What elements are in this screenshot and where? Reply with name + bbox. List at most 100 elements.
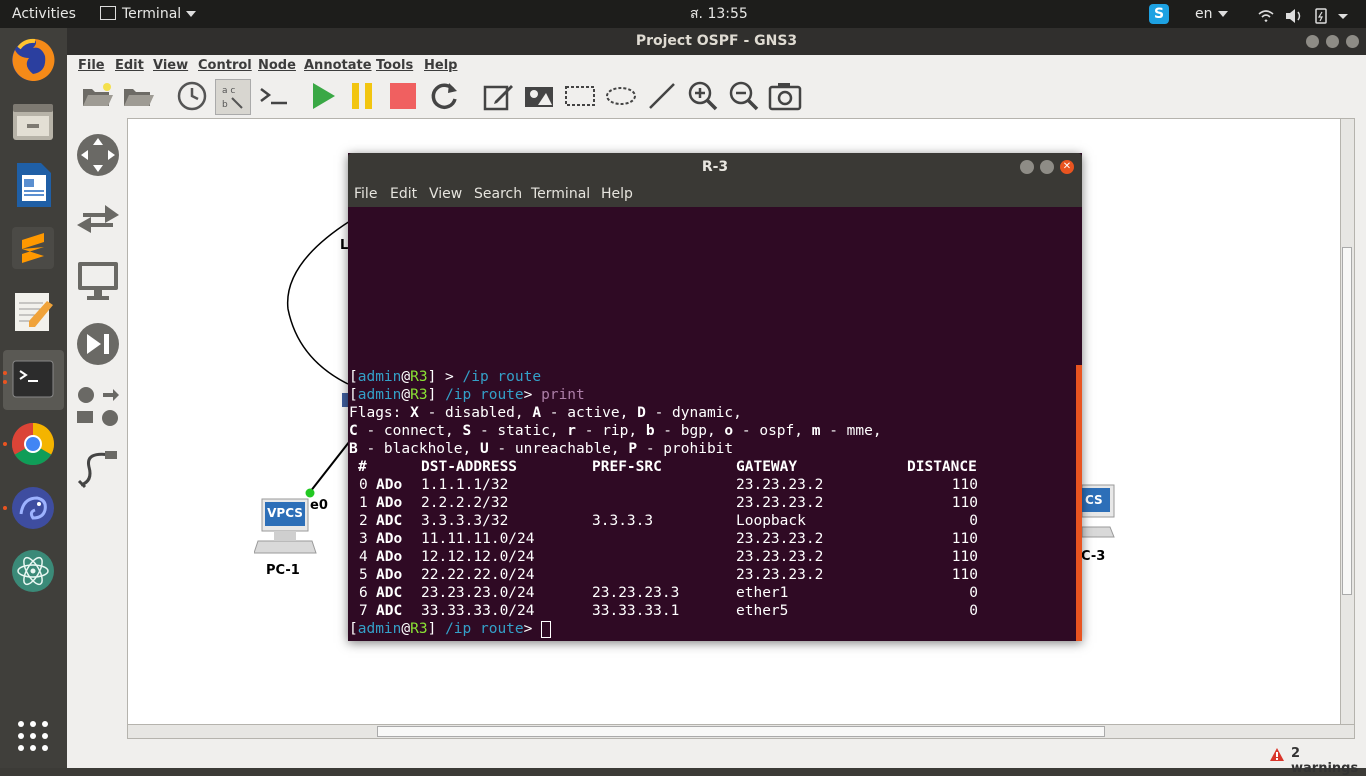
route-distance: 110 [951, 531, 978, 547]
gns3-icon[interactable] [9, 484, 57, 532]
route-num: 6 [359, 585, 368, 601]
running-indicator [3, 442, 7, 446]
pc3-node[interactable]: CS [1081, 481, 1122, 545]
terminal-app-icon [100, 6, 116, 20]
route-row: 4 ADo 12.12.12.0/24 23.23.23.2 110 [349, 548, 1049, 566]
menu-help[interactable]: Help [424, 58, 457, 73]
computer-icon [1081, 484, 1115, 538]
text-editor-icon[interactable] [9, 287, 57, 335]
reload-all-icon[interactable] [427, 79, 461, 113]
flags-legend-line: C - connect, S - static, r - rip, b - bg… [349, 423, 882, 439]
running-indicator [3, 506, 7, 510]
route-num: 2 [359, 513, 368, 529]
clock[interactable]: ส. 13:55 [690, 0, 748, 28]
launcher-dock [0, 28, 67, 768]
vpcs-badge: VPCS [267, 506, 303, 520]
terminal-icon[interactable] [9, 355, 57, 403]
open-project-icon[interactable] [80, 79, 114, 113]
flags-legend-line: Flags: X - disabled, A - active, D - dyn… [349, 405, 742, 421]
terminal-menu-search[interactable]: Search [474, 186, 522, 202]
route-num: 4 [359, 549, 368, 565]
history-icon[interactable] [175, 79, 209, 113]
terminal-menu-edit[interactable]: Edit [390, 186, 417, 202]
terminal-prompt-line[interactable]: [admin@R3] /ip route> [349, 620, 552, 638]
maximize-button[interactable] [1040, 160, 1054, 174]
menu-edit[interactable]: Edit [115, 58, 144, 73]
menu-node[interactable]: Node [258, 58, 296, 73]
end-devices-icon[interactable] [75, 258, 121, 304]
route-pref-src: 3.3.3.3 [592, 513, 654, 529]
route-row: 1 ADo 2.2.2.2/32 23.23.23.2 110 [349, 494, 1049, 512]
route-row: 7 ADC 33.33.33.0/24 33.33.33.1 ether5 0 [349, 602, 1049, 620]
route-dst-address: 12.12.12.0/24 [421, 549, 535, 565]
status-icons [1258, 8, 1348, 24]
route-gateway: ether1 [736, 585, 789, 601]
horizontal-scrollbar[interactable] [127, 724, 1355, 739]
writer-icon[interactable] [9, 161, 57, 209]
warnings-count[interactable]: 2 warnings [1291, 746, 1366, 776]
suspend-all-icon[interactable] [345, 79, 379, 113]
skype-icon[interactable]: S [1149, 4, 1169, 24]
terminal-menu-file[interactable]: File [354, 186, 377, 202]
start-all-icon[interactable] [305, 79, 339, 113]
terminal-scrollbar[interactable] [1076, 365, 1082, 641]
svg-text:b: b [222, 100, 228, 110]
insert-picture-icon[interactable] [522, 79, 556, 113]
routers-icon[interactable] [75, 132, 121, 178]
atom-icon[interactable] [9, 547, 57, 595]
scrollbar-thumb[interactable] [1342, 247, 1352, 595]
app-menu-label: Terminal [122, 6, 182, 22]
minimize-button[interactable] [1020, 160, 1034, 174]
terminal-menu-terminal[interactable]: Terminal [531, 186, 590, 202]
chrome-icon[interactable] [9, 420, 57, 468]
show-interface-labels-icon[interactable]: a c b [215, 79, 251, 115]
vertical-scrollbar[interactable] [1340, 118, 1355, 726]
minimize-button[interactable] [1306, 35, 1319, 48]
route-dst-address: 2.2.2.2/32 [421, 495, 509, 511]
files-icon[interactable] [9, 98, 57, 146]
menu-file[interactable]: File [78, 58, 105, 73]
security-devices-icon[interactable] [75, 321, 121, 367]
close-button[interactable]: ✕ [1060, 160, 1074, 174]
gns3-title-bar[interactable]: Project OSPF - GNS3 [67, 28, 1366, 55]
all-devices-icon[interactable] [75, 385, 121, 431]
stop-all-icon[interactable] [386, 79, 420, 113]
app-menu[interactable]: Terminal [100, 0, 197, 28]
terminal-title-bar[interactable]: R-3 [348, 153, 1082, 181]
route-gateway: 23.23.23.2 [736, 567, 824, 583]
route-gateway: 23.23.23.2 [736, 531, 824, 547]
scrollbar-thumb[interactable] [377, 726, 1105, 737]
draw-line-icon[interactable] [645, 79, 679, 113]
screenshot-icon[interactable] [768, 79, 802, 113]
draw-ellipse-icon[interactable] [604, 79, 638, 113]
terminal-menu-help[interactable]: Help [601, 186, 633, 202]
firefox-icon[interactable] [9, 36, 57, 84]
zoom-in-icon[interactable] [686, 79, 720, 113]
terminal-output[interactable]: [admin@R3] > /ip route [admin@R3] /ip ro… [348, 207, 1082, 641]
route-distance: 0 [969, 603, 978, 619]
add-link-icon[interactable] [75, 445, 121, 491]
window-title: Project OSPF - GNS3 [635, 33, 798, 49]
show-applications-icon[interactable] [9, 712, 57, 760]
sublime-text-icon[interactable] [9, 224, 57, 272]
menu-view[interactable]: View [153, 58, 188, 73]
language-indicator[interactable]: en [1195, 0, 1228, 28]
menu-control[interactable]: Control [198, 58, 252, 73]
menu-annotate[interactable]: Annotate [304, 58, 372, 73]
switches-icon[interactable] [75, 195, 121, 241]
open-folder-icon[interactable] [121, 79, 155, 113]
maximize-button[interactable] [1326, 35, 1339, 48]
route-distance: 110 [951, 495, 978, 511]
text-cursor [541, 620, 552, 638]
activities-button[interactable]: Activities [12, 0, 76, 28]
close-button[interactable] [1346, 35, 1359, 48]
route-table-header: # DST-ADDRESS PREF-SRC GATEWAY DISTANCE [358, 459, 977, 475]
zoom-out-icon[interactable] [727, 79, 761, 113]
draw-rectangle-icon[interactable] [563, 79, 597, 113]
add-note-icon[interactable] [481, 79, 515, 113]
console-all-icon[interactable] [257, 79, 291, 113]
route-pref-src: 23.23.23.3 [592, 585, 680, 601]
terminal-menu-view[interactable]: View [429, 186, 462, 202]
menu-tools[interactable]: Tools [376, 58, 413, 73]
terminal-line: [admin@R3] > /ip route [349, 369, 542, 385]
